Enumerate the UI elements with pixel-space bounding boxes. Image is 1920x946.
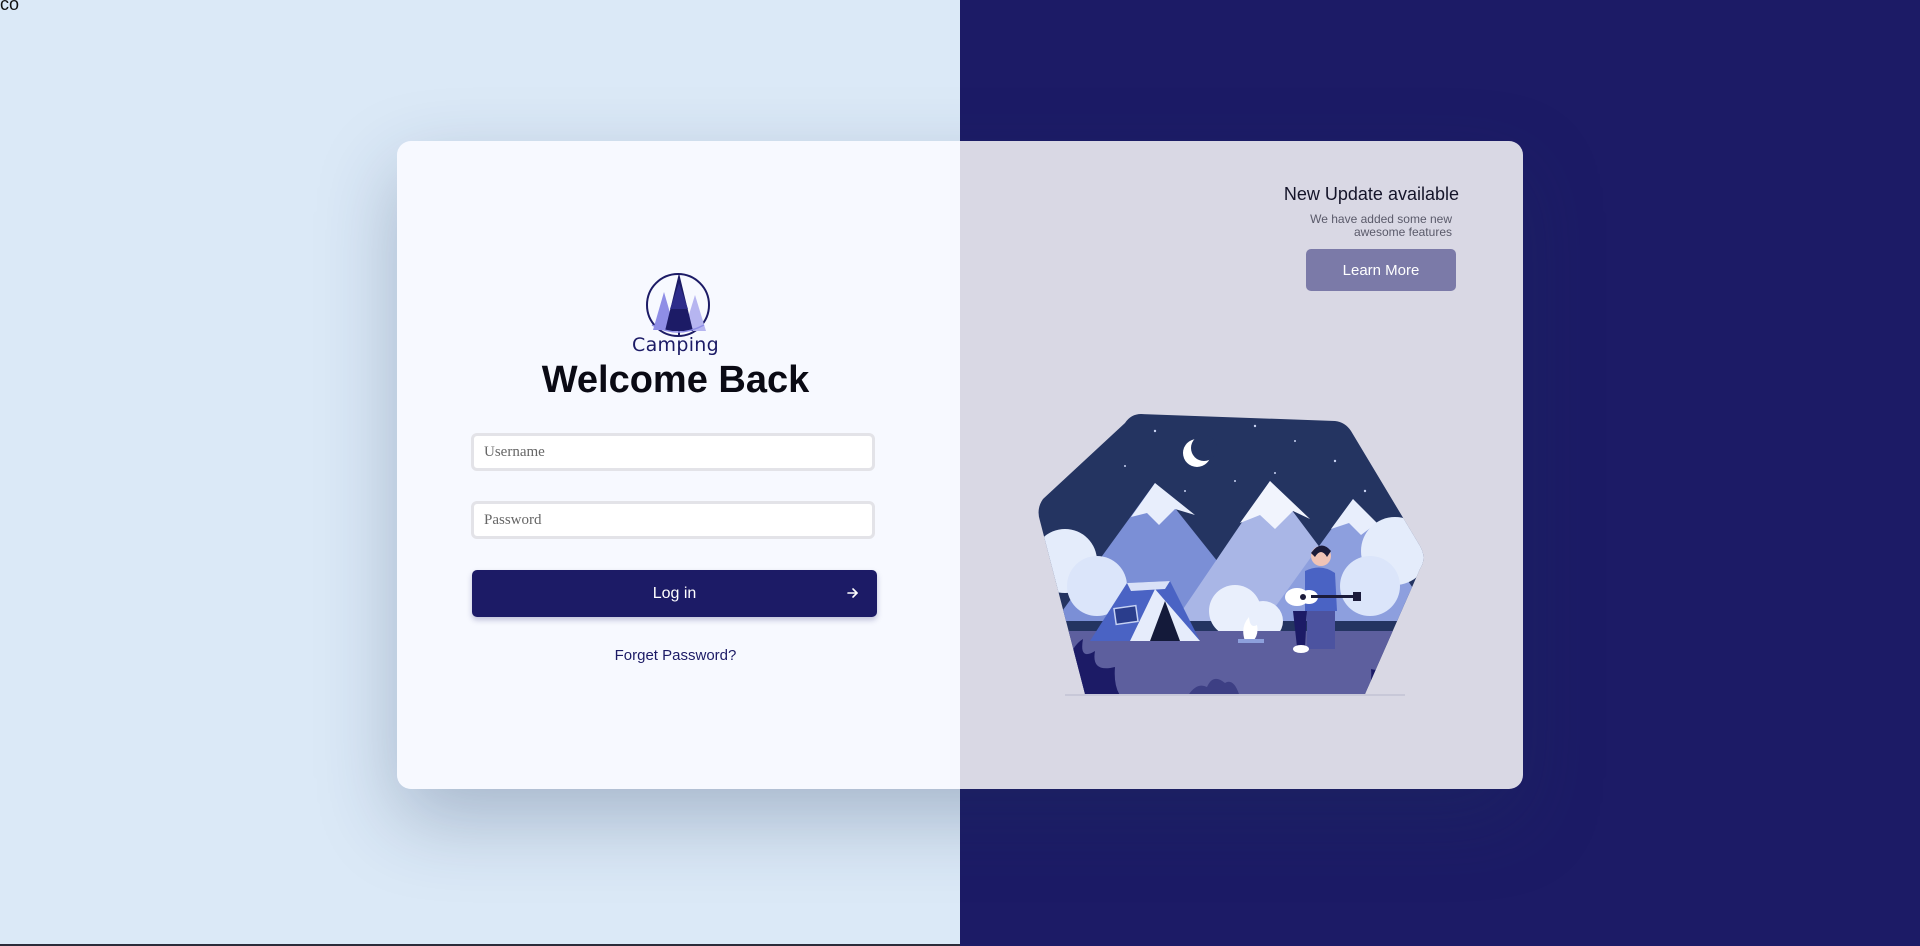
camping-illustration [1038,414,1424,696]
update-panel: New Update available We have added some … [960,141,1523,789]
login-card: Camping Welcome Back Log in Forget Passw… [397,141,1523,789]
login-button-label: Log in [652,585,697,602]
arrow-right-icon [847,588,858,598]
forget-password-link[interactable]: Forget Password? [397,647,954,664]
username-input[interactable] [471,433,875,471]
login-panel: Camping Welcome Back Log in Forget Passw… [397,141,960,789]
corner-text: co [0,0,20,14]
page-title: Welcome Back [541,359,810,401]
brand-name: Camping [632,334,719,356]
update-title: New Update available [1283,184,1459,204]
update-subtitle: We have added some new awesome features [1310,212,1452,239]
learn-more-button[interactable]: Learn More [1306,249,1456,291]
password-input[interactable] [471,501,875,539]
login-button[interactable]: Log in [472,570,877,617]
